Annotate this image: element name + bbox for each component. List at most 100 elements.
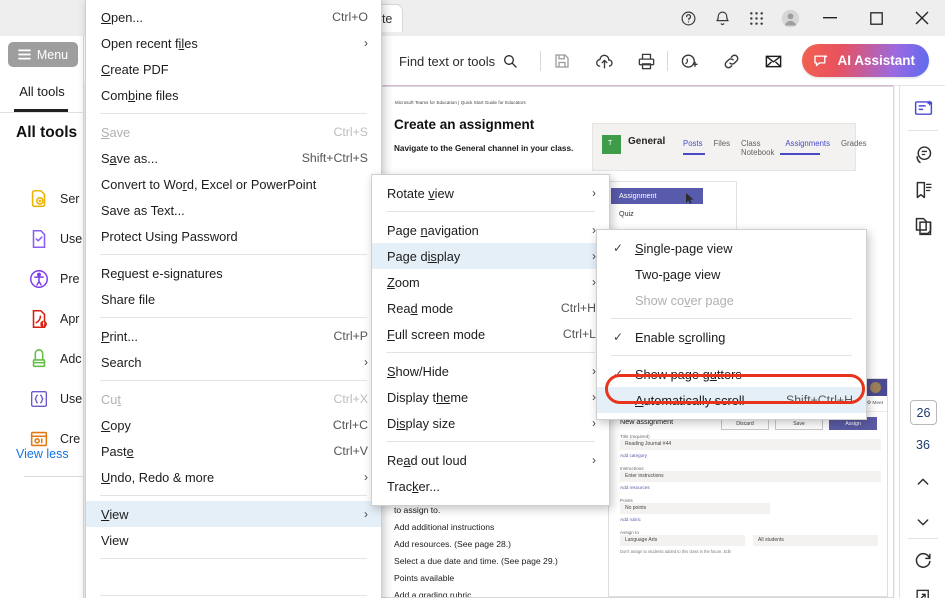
comment-icon[interactable] (911, 142, 935, 166)
pd-separator-2 (611, 355, 852, 356)
menu-item-convert[interactable]: Convert to Word, Excel or PowerPoint (86, 171, 381, 197)
field-value-points: No points (620, 503, 770, 514)
json-braces-icon (28, 388, 50, 410)
ai-assistant-button[interactable]: AI Assistant (802, 44, 929, 77)
toolbar-action-group (540, 36, 794, 86)
stamp-icon (28, 348, 50, 370)
tool-item-5[interactable]: Use (28, 388, 82, 410)
dropdown-option-quiz: Quiz (619, 209, 634, 218)
tool-item-4[interactable]: Adc (28, 348, 82, 370)
menu-item-protect-password[interactable]: Protect Using Password (86, 223, 381, 249)
add-resources-link: Add resources (620, 485, 650, 490)
menu-item-copy[interactable]: Copy Ctrl+C (86, 412, 381, 438)
tool-item-3[interactable]: Apr (28, 308, 79, 330)
form-document-icon (28, 228, 50, 250)
fit-page-icon[interactable] (911, 585, 935, 598)
menu-item-page-display[interactable]: Page display › (372, 243, 609, 269)
minimize-button[interactable] (807, 0, 853, 36)
menu-separator-4 (100, 380, 367, 381)
assign-to-class: Language Arts (620, 535, 745, 546)
menu-item-share-file[interactable]: Share file (86, 286, 381, 312)
pages-copy-icon[interactable] (911, 214, 935, 238)
checkmark-icon: ✓ (613, 367, 624, 381)
tool-item-1[interactable]: Use (28, 228, 82, 250)
save-icon[interactable] (541, 44, 583, 78)
menu-item-open-recent-files[interactable]: Open recent files › (86, 30, 381, 56)
accel-save: Ctrl+S (333, 125, 368, 139)
apps-grid-icon[interactable] (739, 0, 773, 36)
menu-item-zoom[interactable]: Zoom › (372, 269, 609, 295)
search-icon[interactable] (502, 53, 518, 69)
teams-user-avatar (870, 382, 881, 393)
account-icon[interactable] (773, 0, 807, 36)
menu-item-page-navigation[interactable]: Page navigation › (372, 217, 609, 243)
menu-item-save-as[interactable]: Save as... Shift+Ctrl+S (86, 145, 381, 171)
menu-item-tracker[interactable]: Tracker... (372, 473, 609, 499)
stamp-add-icon[interactable] (668, 44, 710, 78)
tool-label-0: Ser (60, 192, 80, 206)
menu-item-print[interactable]: Print... Ctrl+P (86, 323, 381, 349)
edit-comment-icon[interactable] (911, 96, 935, 120)
chevron-right-icon: › (364, 507, 368, 521)
find-text-or-tools[interactable]: Find text or tools (399, 36, 518, 86)
view-separator-2 (386, 352, 595, 353)
menu-item-display-size[interactable]: Display size › (372, 410, 609, 436)
view-less-link[interactable]: View less (16, 447, 69, 461)
link-icon[interactable] (710, 44, 752, 78)
chevron-right-icon: › (364, 355, 368, 369)
menu-item-request-esignatures[interactable]: Request e-signatures (86, 260, 381, 286)
menu-item-show-hide[interactable]: Show/Hide › (372, 358, 609, 384)
menu-item-show-page-gutters[interactable]: ✓ Show page gutters (597, 361, 866, 387)
ai-sparkle-icon (812, 52, 830, 70)
close-button[interactable] (899, 0, 945, 36)
current-page-field[interactable]: 26 (910, 400, 937, 425)
tab-all-tools[interactable]: All tools (0, 72, 84, 111)
menu-item-single-page-view[interactable]: ✓ Single-page view (597, 235, 866, 261)
bookmark-icon[interactable] (911, 178, 935, 202)
menu-item-display-theme[interactable]: Display theme › (372, 384, 609, 410)
menu-item-automatically-scroll[interactable]: Automatically scroll Shift+Ctrl+H (597, 387, 866, 413)
menu-button[interactable]: Menu (8, 42, 78, 67)
rotate-icon[interactable] (911, 549, 935, 573)
menu-item-combine-files[interactable]: Combine files (86, 82, 381, 108)
chevron-down-icon[interactable] (911, 510, 935, 534)
view-submenu[interactable]: Rotate view › Page navigation › Page displ… (371, 174, 610, 506)
menu-item-enable-scrolling[interactable]: ✓ Enable scrolling (597, 324, 866, 350)
menu-item-read-mode[interactable]: Read mode Ctrl+H (372, 295, 609, 321)
menu-button-label: Menu (36, 47, 69, 62)
menu-item-full-screen-mode[interactable]: Full screen mode Ctrl+L (372, 321, 609, 347)
tool-label-1: Use (60, 232, 83, 246)
accel-open: Ctrl+O (332, 10, 368, 24)
help-icon[interactable] (671, 0, 705, 36)
email-icon[interactable] (752, 44, 794, 78)
maximize-button[interactable] (853, 0, 899, 36)
tool-item-0[interactable]: Ser (28, 188, 79, 210)
accel-print: Ctrl+P (333, 329, 368, 343)
chevron-up-icon[interactable] (911, 470, 935, 494)
chevron-right-icon: › (364, 470, 368, 484)
menu-item-paste[interactable]: Paste Ctrl+V (86, 438, 381, 464)
print-icon[interactable] (625, 44, 667, 78)
menu-item-search[interactable]: Search › (86, 349, 381, 375)
bell-icon[interactable] (705, 0, 739, 36)
menu-item-two-page-view[interactable]: Two-page view (597, 261, 866, 287)
chevron-right-icon: › (592, 453, 596, 467)
teams-tab-list: Posts Files Class Notebook Assignments G… (683, 139, 867, 157)
assign-footnote: Don't assign to students added to this c… (620, 549, 731, 554)
menu-item-disable-new-reader[interactable]: View (86, 527, 381, 553)
cursor-pointer-icon (686, 193, 694, 204)
menu-item-show-cover-page: Show cover page (635, 292, 734, 308)
secure-document-icon (28, 188, 50, 210)
menu-item-read-out-loud[interactable]: Read out loud › (372, 447, 609, 473)
menu-item-save-as-text[interactable]: Save as Text... (86, 197, 381, 223)
tool-label-3: Apr (60, 312, 80, 326)
page-display-submenu[interactable]: ✓ Single-page view Two-page view Show co… (596, 229, 867, 420)
main-menu[interactable]: Open... Ctrl+O Open recent files › Create … (85, 0, 382, 598)
menu-item-create-pdf[interactable]: Create PDF (86, 56, 381, 82)
menu-item-rotate-view[interactable]: Rotate view › (372, 180, 609, 206)
menu-item-open[interactable]: Open... Ctrl+O (86, 4, 381, 30)
menu-item-undo-redo[interactable]: Undo, Redo & more › (86, 464, 381, 490)
tool-item-2[interactable]: Pre (28, 268, 79, 290)
menu-item-view[interactable]: View › (86, 501, 381, 527)
cloud-upload-icon[interactable] (583, 44, 625, 78)
